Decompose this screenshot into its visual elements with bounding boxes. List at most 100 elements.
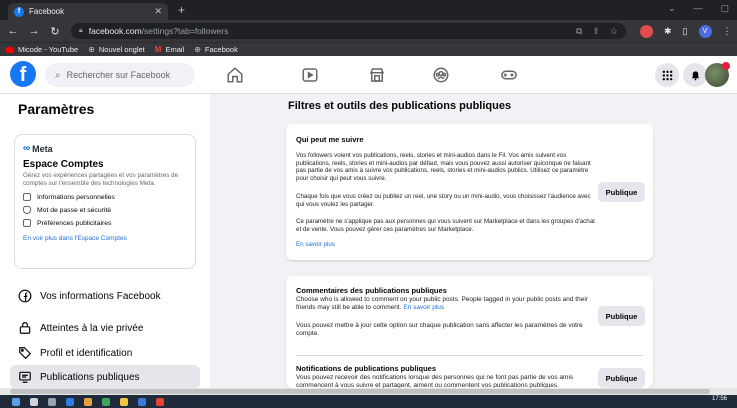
account-center-link[interactable]: En voir plus dans l'Espace Comptes bbox=[23, 235, 187, 242]
chrome-icon[interactable] bbox=[156, 397, 164, 406]
facebook-circle-icon bbox=[18, 289, 32, 303]
notifications-bell-icon[interactable] bbox=[683, 63, 707, 87]
minimize-icon[interactable]: — bbox=[693, 3, 702, 14]
learn-more-link[interactable]: En savoir plus bbox=[296, 241, 596, 249]
search-icon[interactable] bbox=[30, 397, 38, 406]
who-can-follow-card: Qui peut me suivre Vos followers voient … bbox=[286, 124, 653, 260]
taskbar-clock[interactable]: 17:56 bbox=[712, 396, 727, 402]
sidebar-item-label: Vos informations Facebook bbox=[40, 290, 161, 302]
account-center-item-personal-info[interactable]: Informations personnelles bbox=[23, 193, 187, 201]
section-paragraph: Ce paramètre ne s'applique pas aux perso… bbox=[296, 218, 595, 233]
install-app-icon[interactable]: ⧉ bbox=[576, 26, 582, 37]
ad-preferences-icon bbox=[23, 219, 31, 227]
sidebar-item-label: Profil et identification bbox=[40, 347, 133, 359]
sidebar-title: Paramètres bbox=[18, 101, 95, 117]
account-center-item-label: Informations personnelles bbox=[37, 193, 115, 201]
sidebar-item-public-posts[interactable]: Publications publiques bbox=[10, 365, 200, 389]
back-icon[interactable]: ← bbox=[5, 25, 21, 37]
edge-icon[interactable] bbox=[66, 397, 74, 406]
globe-icon: ⊕ bbox=[88, 45, 95, 54]
chevron-down-icon[interactable]: ⌄ bbox=[668, 3, 676, 14]
gmail-icon: M bbox=[154, 45, 162, 54]
video-icon[interactable] bbox=[299, 64, 321, 86]
gaming-icon[interactable] bbox=[498, 64, 520, 86]
bookmarks-bar: Micode - YouTube ⊕ Nouvel onglet M Email… bbox=[0, 42, 737, 56]
page-title: Filtres et outils des publications publi… bbox=[288, 100, 512, 112]
account-center-item-security[interactable]: Mot de passe et sécurité bbox=[23, 206, 187, 214]
maximize-icon[interactable]: ▢ bbox=[720, 3, 729, 14]
bookmark-item[interactable]: Micode - YouTube bbox=[6, 45, 78, 54]
sidebar-item-privacy[interactable]: Atteintes à la vie privée bbox=[10, 316, 200, 340]
audience-button[interactable]: Publique bbox=[598, 182, 645, 202]
app-icon[interactable] bbox=[138, 397, 146, 406]
section-paragraph: Vous pouvez mettre à jour cette option s… bbox=[296, 322, 583, 337]
globe-icon: ⊕ bbox=[194, 45, 201, 54]
account-center-item-ad-preferences[interactable]: Préférences publicitaires bbox=[23, 219, 187, 227]
sidebar-item-label: Atteintes à la vie privée bbox=[40, 322, 144, 334]
new-tab-icon[interactable]: + bbox=[178, 3, 185, 17]
share-icon[interactable]: ⇪ bbox=[592, 26, 600, 37]
meta-logo-text: Meta bbox=[32, 143, 53, 154]
notification-badge bbox=[722, 62, 730, 70]
browser-tab[interactable]: f Facebook ✕ bbox=[8, 3, 168, 20]
section-paragraph: Choose who is allowed to comment on your… bbox=[296, 296, 596, 312]
store-icon[interactable] bbox=[102, 397, 110, 406]
facebook-logo[interactable]: f bbox=[10, 61, 36, 87]
scrollbar-thumb[interactable] bbox=[10, 389, 710, 394]
extensions-puzzle-icon[interactable]: ✱ bbox=[664, 26, 672, 37]
sidebar-item-label: Publications publiques bbox=[40, 371, 140, 383]
windows-start-icon[interactable] bbox=[12, 397, 20, 406]
url-path: /settings?tab=followers bbox=[141, 26, 229, 36]
account-center-description: Gérez vos expériences partagées et vos p… bbox=[23, 172, 179, 187]
lock-icon[interactable]: 🔒︎ bbox=[79, 27, 83, 35]
tag-icon bbox=[18, 346, 32, 360]
avatar[interactable] bbox=[705, 62, 730, 87]
bookmark-item[interactable]: ⊕ Nouvel onglet bbox=[88, 45, 145, 54]
groups-icon[interactable] bbox=[430, 64, 452, 86]
bookmark-label: Nouvel onglet bbox=[98, 45, 145, 54]
profile-icon[interactable]: V bbox=[698, 24, 712, 38]
public-posts-card: Commentaires des publications publiques … bbox=[286, 276, 653, 389]
facebook-favicon-icon: f bbox=[14, 6, 24, 17]
search-input[interactable]: ⌕ Rechercher sur Facebook bbox=[45, 63, 195, 87]
sidebar-item-your-information[interactable]: Vos informations Facebook bbox=[10, 284, 200, 308]
account-center-card[interactable]: ∞ Meta Espace Comptes Gérez vos expérien… bbox=[14, 134, 196, 269]
bookmark-label: Email bbox=[165, 45, 185, 54]
account-center-item-label: Mot de passe et sécurité bbox=[37, 206, 112, 214]
audience-button[interactable]: Publique bbox=[598, 306, 645, 326]
address-bar[interactable]: 🔒︎ facebook.com/settings?tab=followers ⧉… bbox=[71, 23, 626, 39]
section-paragraph: Chaque fois que vous créez ou publiez un… bbox=[296, 193, 591, 208]
meta-infinity-icon: ∞ bbox=[23, 143, 31, 154]
url-domain: facebook.com bbox=[88, 26, 142, 36]
app-icon[interactable] bbox=[84, 397, 92, 406]
menu-grid-icon[interactable] bbox=[655, 63, 679, 87]
browser-toolbar: ← → ↻ 🔒︎ facebook.com/settings?tab=follo… bbox=[0, 20, 737, 42]
close-tab-icon[interactable]: ✕ bbox=[154, 6, 162, 17]
extension-icon[interactable] bbox=[640, 24, 653, 38]
task-view-icon[interactable] bbox=[48, 397, 56, 406]
bookmark-item[interactable]: ⊕ Facebook bbox=[194, 45, 238, 54]
youtube-icon bbox=[6, 46, 14, 53]
bookmark-star-icon[interactable]: ☆ bbox=[610, 26, 618, 37]
search-icon: ⌕ bbox=[55, 69, 61, 81]
side-panel-icon[interactable]: ▯ bbox=[683, 26, 688, 37]
marketplace-icon[interactable] bbox=[366, 64, 388, 86]
sidebar-item-profile-tagging[interactable]: Profil et identification bbox=[10, 341, 200, 365]
windows-taskbar: 17:56 bbox=[0, 395, 737, 408]
audience-button[interactable]: Publique bbox=[598, 368, 645, 388]
browser-tab-strip: f Facebook ✕ + ⌄ — ▢ bbox=[0, 0, 737, 20]
learn-more-link[interactable]: En savoir plus bbox=[403, 304, 444, 311]
reload-icon[interactable]: ↻ bbox=[47, 25, 63, 38]
meta-logo: ∞ Meta bbox=[23, 143, 187, 154]
bookmark-label: Facebook bbox=[204, 45, 238, 54]
horizontal-scrollbar[interactable] bbox=[0, 388, 737, 395]
settings-sidebar: Paramètres ∞ Meta Espace Comptes Gérez v… bbox=[0, 94, 210, 389]
browser-menu-icon[interactable]: ⋮ bbox=[723, 26, 732, 37]
bookmark-item[interactable]: M Email bbox=[155, 45, 184, 54]
account-center-item-label: Préférences publicitaires bbox=[37, 219, 112, 227]
section-title: Qui peut me suivre bbox=[296, 135, 364, 144]
home-icon[interactable] bbox=[224, 64, 246, 86]
folder-icon[interactable] bbox=[120, 397, 128, 406]
forward-icon[interactable]: → bbox=[26, 25, 42, 37]
account-center-title: Espace Comptes bbox=[23, 159, 104, 170]
